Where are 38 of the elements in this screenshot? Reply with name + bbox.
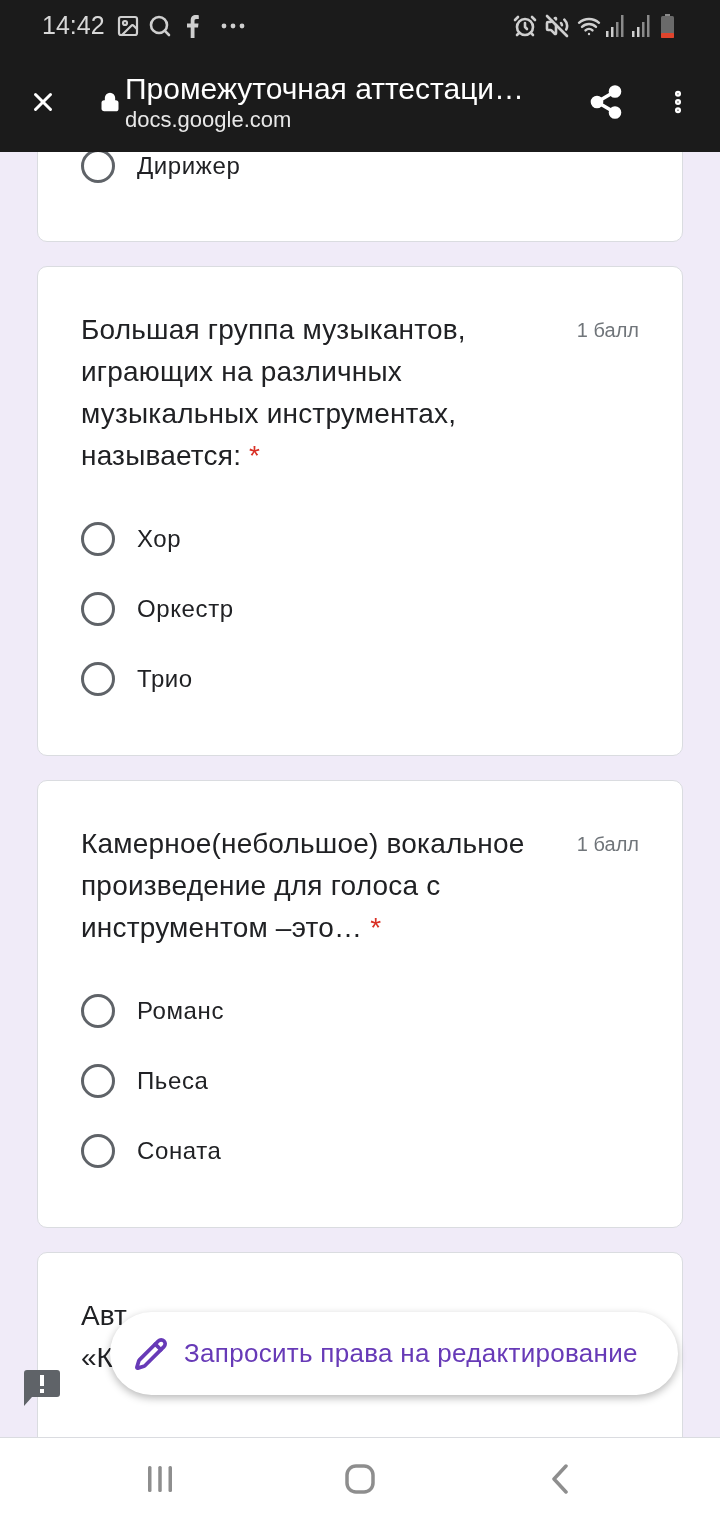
option-label: Пьеса — [137, 1066, 209, 1096]
status-time: 14:42 — [42, 10, 105, 42]
radio-button[interactable] — [81, 522, 115, 556]
option-label: Оркестр — [137, 594, 234, 624]
share-icon[interactable] — [588, 84, 624, 120]
alert-bubble-icon[interactable] — [24, 1370, 60, 1406]
option-label: Хор — [137, 524, 182, 554]
battery-icon — [661, 14, 674, 38]
search-icon — [147, 14, 172, 38]
option-label: Дирижер — [137, 152, 241, 181]
letter-f-icon — [185, 14, 199, 38]
home-icon[interactable] — [345, 1464, 375, 1494]
option-label: Соната — [137, 1136, 222, 1166]
signal-icon — [606, 15, 626, 37]
question-text: Камерное(небольшое) вокальное произведение для голоса с инструментом –это… * — [81, 827, 526, 945]
radio-button[interactable] — [81, 592, 115, 626]
alarm-clock-icon — [513, 14, 537, 38]
more-notifications-icon — [220, 23, 245, 29]
option-label: Романс — [137, 996, 224, 1026]
signal-icon — [632, 15, 652, 37]
points-label: 1 балл — [576, 832, 639, 857]
pencil-icon — [134, 1336, 168, 1371]
question-text: «К — [81, 1341, 113, 1375]
page-title: Промежуточная аттестаци… — [125, 71, 525, 107]
radio-button[interactable] — [81, 1064, 115, 1098]
back-icon[interactable] — [551, 1464, 569, 1494]
points-label: 1 балл — [576, 318, 639, 343]
question-text: Большая группа музыкантов, играющих на различных музыкальных инструментах, называется: * — [81, 313, 467, 473]
radio-button[interactable] — [81, 1134, 115, 1168]
image-icon — [115, 14, 140, 38]
lock-icon — [100, 91, 120, 113]
page-url: docs.google.com — [125, 107, 293, 133]
recent-apps-icon[interactable] — [147, 1465, 173, 1493]
muted-speaker-icon — [545, 14, 569, 38]
radio-button[interactable] — [81, 662, 115, 696]
radio-button[interactable] — [81, 152, 115, 183]
radio-button[interactable] — [81, 994, 115, 1028]
option-label: Трио — [137, 664, 193, 694]
